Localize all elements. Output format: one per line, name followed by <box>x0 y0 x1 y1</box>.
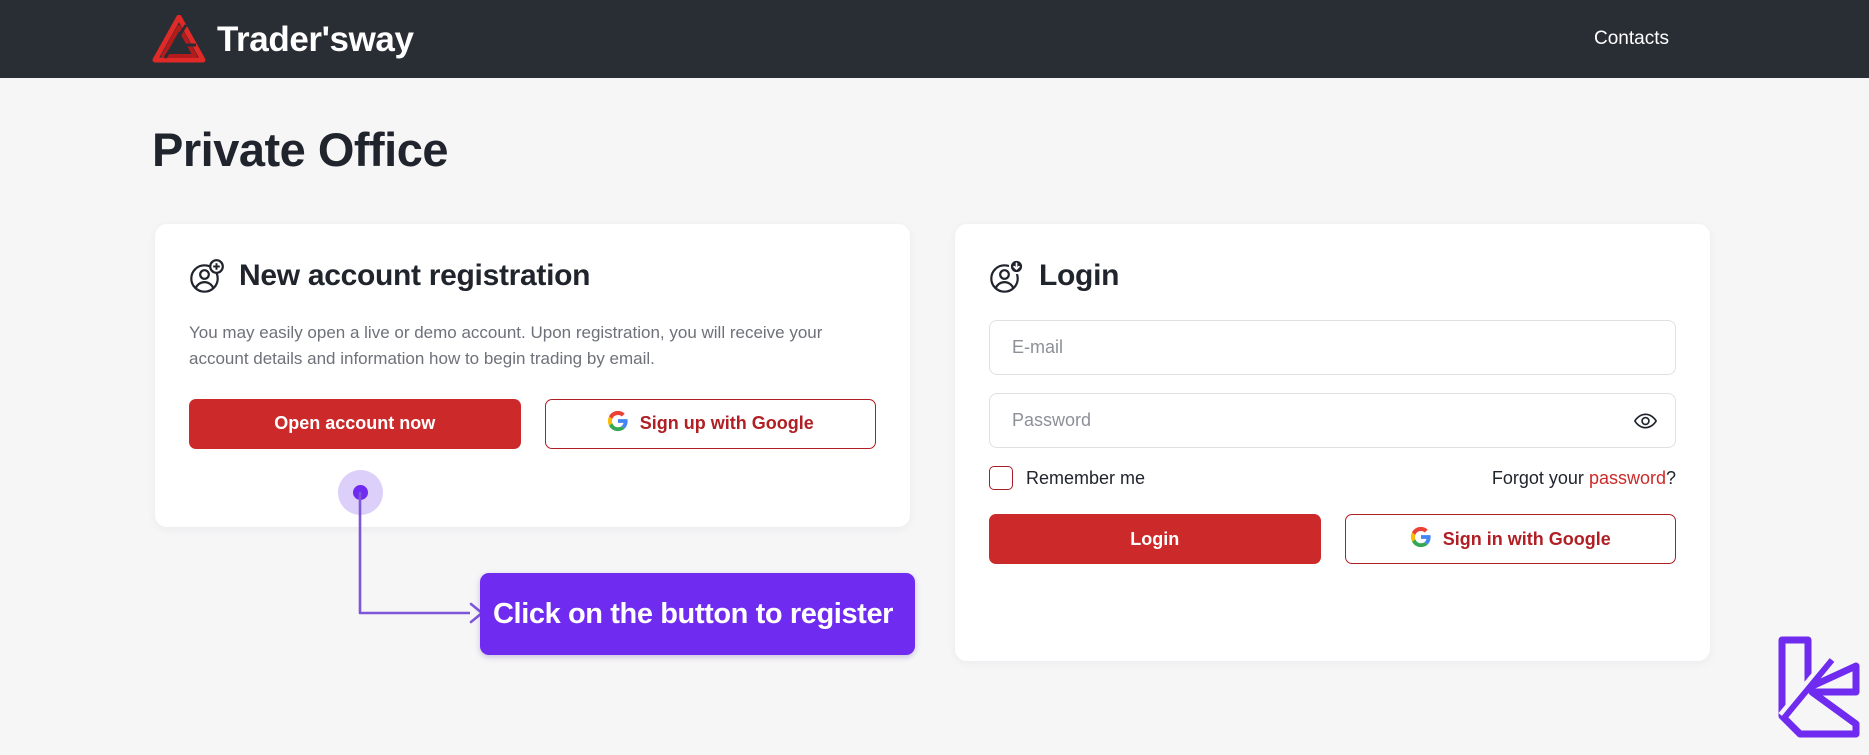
google-g-icon <box>607 410 629 437</box>
penrose-triangle-logo-icon <box>152 15 206 63</box>
remember-me-checkbox[interactable] <box>989 466 1013 490</box>
forgot-password: Forgot your password? <box>1492 468 1676 489</box>
remember-me-control[interactable]: Remember me <box>989 466 1145 490</box>
registration-card-header: New account registration <box>189 258 876 294</box>
email-field-wrapper <box>989 320 1676 375</box>
page-title: Private Office <box>152 123 449 176</box>
header-nav: Contacts <box>1594 28 1669 50</box>
login-options-row: Remember me Forgot your password? <box>989 466 1676 490</box>
forgot-password-link[interactable]: password <box>1589 468 1666 488</box>
nav-link-contacts[interactable]: Contacts <box>1594 28 1669 50</box>
registration-card-description: You may easily open a live or demo accou… <box>189 323 823 368</box>
le-monogram-logo-icon <box>1760 630 1862 747</box>
brand[interactable]: Trader'sway <box>152 15 414 63</box>
google-g-icon <box>1410 526 1432 553</box>
registration-card: New account registration You may easily … <box>155 224 910 527</box>
signin-with-google-button[interactable]: Sign in with Google <box>1344 514 1676 564</box>
login-card-header: Login <box>989 258 1676 294</box>
click-target-dot-icon <box>338 470 383 515</box>
password-input[interactable] <box>989 393 1676 448</box>
login-card: Login Remember me Forgot your passwo <box>955 224 1710 661</box>
forgot-password-prefix: Forgot your <box>1491 467 1589 488</box>
registration-card-title: New account registration <box>239 259 591 292</box>
annotation-tooltip: Click on the button to register <box>480 573 915 655</box>
cards-container: New account registration You may easily … <box>155 224 1710 661</box>
brand-name: Trader'sway <box>217 19 414 59</box>
signin-with-google-label: Sign in with Google <box>1442 528 1611 549</box>
signup-with-google-label: Sign up with Google <box>639 413 814 434</box>
registration-button-row: Open account now Sign up with Google <box>189 398 876 449</box>
login-button-row: Login Sign in with Google <box>989 514 1676 564</box>
site-header: Trader'sway Contacts <box>0 0 1869 78</box>
signup-with-google-button[interactable]: Sign up with Google <box>544 398 876 449</box>
password-field-wrapper <box>989 393 1676 448</box>
remember-me-label: Remember me <box>1026 467 1146 488</box>
annotation-tooltip-text: Click on the button to register <box>493 597 894 630</box>
eye-icon <box>1633 412 1658 436</box>
user-add-icon <box>189 258 225 294</box>
email-input[interactable] <box>989 320 1676 375</box>
login-card-title: Login <box>1039 259 1120 292</box>
user-login-icon <box>989 258 1025 294</box>
open-account-button[interactable]: Open account now <box>189 398 521 449</box>
login-button[interactable]: Login <box>989 514 1321 564</box>
forgot-password-suffix: ? <box>1665 467 1676 488</box>
toggle-password-visibility-button[interactable] <box>1633 408 1658 433</box>
